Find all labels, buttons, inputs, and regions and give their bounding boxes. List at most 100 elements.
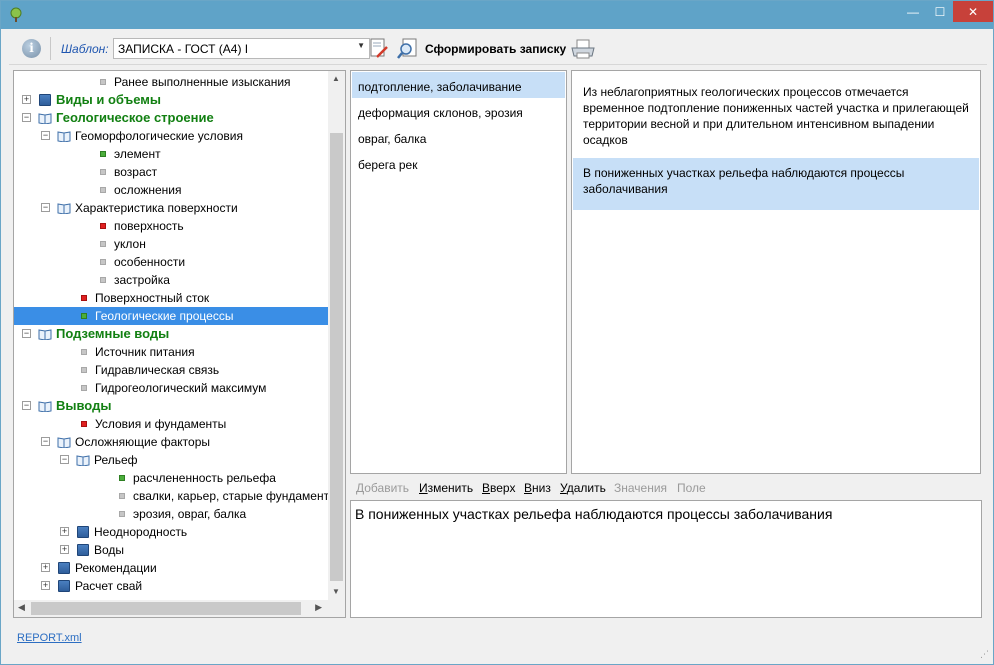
process-item[interactable]: берега рек [352, 150, 565, 176]
tree-item[interactable]: Источник питания [14, 343, 328, 361]
tree-item-label: Геологические процессы [95, 309, 234, 323]
move-up-button[interactable]: Вверх [482, 481, 515, 495]
field-button[interactable]: Поле [677, 481, 706, 495]
open-book-icon [38, 401, 52, 412]
delete-button[interactable]: Удалить [560, 481, 606, 495]
collapse-icon[interactable]: − [22, 401, 31, 410]
process-item[interactable]: овраг, балка [352, 124, 565, 150]
expand-icon[interactable]: + [41, 581, 50, 590]
tree-item[interactable]: Геологические процессы [14, 307, 328, 325]
text-variant-item[interactable]: В пониженных участках рельефа наблюдаютс… [573, 158, 979, 210]
tree-item[interactable]: − Выводы [14, 397, 328, 415]
process-item[interactable]: подтопление, заболачивание [352, 72, 565, 98]
tree-item[interactable]: Поверхностный сток [14, 289, 328, 307]
tree-item-label: Геоморфологические условия [75, 129, 243, 143]
expand-icon[interactable]: + [22, 95, 31, 104]
close-button[interactable]: ✕ [953, 1, 993, 22]
tree-item[interactable]: + Рекомендации [14, 559, 328, 577]
tree-item[interactable]: Гидравлическая связь [14, 361, 328, 379]
add-button[interactable]: Добавить [356, 481, 409, 495]
green-bullet-icon [119, 475, 125, 481]
tree-item[interactable]: осложнения [14, 181, 328, 199]
expand-icon[interactable]: + [41, 563, 50, 572]
make-note-button[interactable]: Сформировать записку [425, 42, 566, 56]
minimize-button[interactable]: — [899, 1, 927, 22]
tree-item[interactable]: − Геоморфологические условия [14, 127, 328, 145]
tree-item[interactable]: Условия и фундаменты [14, 415, 328, 433]
title-bar[interactable]: — ☐ ✕ [1, 1, 993, 29]
tree-item[interactable]: + Неоднородность [14, 523, 328, 541]
tree-item-label: эрозия, овраг, балка [133, 507, 247, 521]
action-bar: Добавить Изменить Вверх Вниз Удалить Зна… [350, 480, 982, 496]
tree-item[interactable]: поверхность [14, 217, 328, 235]
collapse-icon[interactable]: − [60, 455, 69, 464]
tree-item[interactable]: + Воды [14, 541, 328, 559]
grey-bullet-icon [119, 511, 125, 517]
tree-item[interactable]: + Виды и объемы [14, 91, 328, 109]
tree-item[interactable]: + Расчет свай [14, 577, 328, 595]
scroll-right-icon[interactable]: ▶ [315, 602, 322, 613]
tree-item[interactable]: возраст [14, 163, 328, 181]
tree-item[interactable]: − Рельеф [14, 451, 328, 469]
tree-item[interactable]: − Геологическое строение [14, 109, 328, 127]
tree-item-label: Рельеф [94, 453, 138, 467]
scroll-up-icon[interactable]: ▲ [332, 74, 340, 83]
edit-template-icon[interactable] [368, 37, 390, 60]
expand-icon[interactable]: + [60, 545, 69, 554]
sections-tree[interactable]: Ранее выполненные изыскания + Виды и объем… [14, 71, 328, 600]
tree-horizontal-scrollbar[interactable]: ◀ ▶ [14, 600, 328, 617]
printer-icon[interactable] [570, 38, 596, 60]
process-item[interactable]: деформация склонов, эрозия [352, 98, 565, 124]
collapse-icon[interactable]: − [22, 113, 31, 122]
tree-vertical-scrollbar[interactable]: ▲ ▼ [328, 71, 345, 600]
info-icon[interactable]: i [22, 39, 41, 58]
tree-item[interactable]: − Осложняющие факторы [14, 433, 328, 451]
tree-item[interactable]: свалки, карьер, старые фундаменты [14, 487, 328, 505]
maximize-button[interactable]: ☐ [927, 1, 953, 22]
tree-item-label: Геологическое строение [56, 110, 214, 125]
move-down-button[interactable]: Вниз [524, 481, 551, 495]
tree-item-label: Воды [94, 543, 125, 557]
tree-item[interactable]: элемент [14, 145, 328, 163]
up-label: верх [490, 481, 516, 495]
dropdown-arrow-icon[interactable]: ▼ [357, 41, 365, 50]
expand-icon[interactable]: + [60, 527, 69, 536]
tree-item-label: осложнения [114, 183, 182, 197]
scroll-down-icon[interactable]: ▼ [332, 587, 340, 596]
collapse-icon[interactable]: − [41, 437, 50, 446]
grey-bullet-icon [100, 241, 106, 247]
text-variant-item[interactable]: Из неблагоприятных геологических процесс… [573, 77, 979, 157]
tree-item[interactable]: особенности [14, 253, 328, 271]
template-select[interactable]: ЗАПИСКА - ГОСТ (А4) I ▼ [113, 38, 370, 59]
down-accesskey: В [524, 481, 533, 495]
tree-item[interactable]: Ранее выполненные изыскания [14, 73, 328, 91]
tree-item[interactable]: − Характеристика поверхности [14, 199, 328, 217]
values-button[interactable]: Значения [614, 481, 667, 495]
tree-item[interactable]: Гидрогеологический максимум [14, 379, 328, 397]
tree-item-label: свалки, карьер, старые фундаменты [133, 489, 328, 503]
green-bullet-icon [81, 313, 87, 319]
scroll-thumb-horizontal[interactable] [31, 602, 301, 615]
app-icon [10, 7, 22, 22]
report-file-link[interactable]: REPORT.xml [17, 632, 82, 644]
tree-item[interactable]: эрозия, овраг, балка [14, 505, 328, 523]
text-editor[interactable]: В пониженных участках рельефа наблюдаютс… [350, 500, 982, 618]
resize-grip-icon[interactable]: ⋰ [980, 649, 989, 660]
tree-item[interactable]: − Подземные воды [14, 325, 328, 343]
tree-item[interactable]: застройка [14, 271, 328, 289]
collapse-icon[interactable]: − [22, 329, 31, 338]
sections-tree-panel: Ранее выполненные изыскания + Виды и объем… [13, 70, 346, 618]
tree-item-label: застройка [114, 273, 170, 287]
tree-item[interactable]: уклон [14, 235, 328, 253]
scroll-left-icon[interactable]: ◀ [18, 602, 25, 613]
tree-item[interactable]: расчлененность рельефа [14, 469, 328, 487]
edit-button[interactable]: Изменить [419, 481, 473, 495]
open-book-icon [57, 437, 71, 448]
tree-item-label: Характеристика поверхности [75, 201, 238, 215]
collapse-icon[interactable]: − [41, 131, 50, 140]
scroll-thumb[interactable] [330, 133, 343, 581]
scroll-corner [328, 600, 345, 617]
preview-icon[interactable] [397, 37, 419, 60]
tree-item-label: элемент [114, 147, 161, 161]
collapse-icon[interactable]: − [41, 203, 50, 212]
